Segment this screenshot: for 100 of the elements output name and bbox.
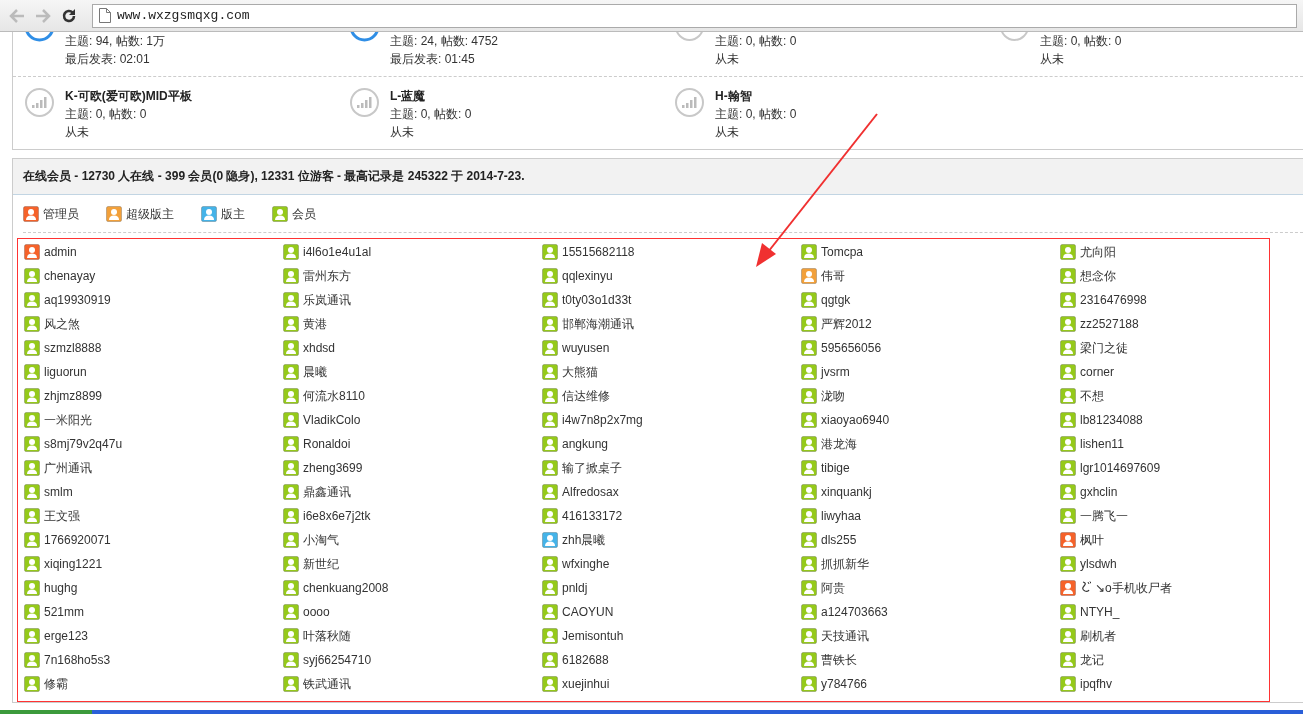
member-link[interactable]: oooo: [303, 604, 330, 620]
member-link[interactable]: 何流水8110: [303, 388, 365, 404]
member-link[interactable]: xinquankj: [821, 484, 872, 500]
member-link[interactable]: 叶落秋随: [303, 628, 351, 644]
member-link[interactable]: gxhclin: [1080, 484, 1118, 500]
member-link[interactable]: zhjmz8899: [44, 388, 103, 404]
member-link[interactable]: corner: [1080, 364, 1114, 380]
member-link[interactable]: 港龙海: [821, 436, 857, 452]
page-icon: [99, 8, 111, 23]
member-link[interactable]: 6182688: [562, 652, 609, 668]
member-link[interactable]: 天技通讯: [821, 628, 869, 644]
forum-title[interactable]: K-可欧(爱可欧)MID平板: [65, 87, 192, 105]
member-link[interactable]: 伟哥: [821, 268, 845, 284]
member-link[interactable]: 595656056: [821, 340, 882, 356]
member-link[interactable]: ipqfhv: [1080, 676, 1113, 692]
member-link[interactable]: 2316476998: [1080, 292, 1147, 308]
member-link[interactable]: a124703663: [821, 604, 888, 620]
member-link[interactable]: pnldj: [562, 580, 588, 596]
member-link[interactable]: lishen11: [1080, 436, 1124, 452]
member-link[interactable]: 曹铁长: [821, 652, 857, 668]
member-link[interactable]: 雷州东方: [303, 268, 351, 284]
member-link[interactable]: ylsdwh: [1080, 556, 1117, 572]
member-link[interactable]: i4w7n8p2x7mg: [562, 412, 643, 428]
member-link[interactable]: aq19930919: [44, 292, 111, 308]
member-link[interactable]: 7n168ho5s3: [44, 652, 111, 668]
member-link[interactable]: 鼎鑫通讯: [303, 484, 351, 500]
member-link[interactable]: 416133172: [562, 508, 623, 524]
member-link[interactable]: qgtgk: [821, 292, 851, 308]
member-link[interactable]: hughg: [44, 580, 78, 596]
member-link[interactable]: 邯郸海潮通讯: [562, 316, 634, 332]
member-link[interactable]: xiaoyao6940: [821, 412, 890, 428]
member-link[interactable]: erge123: [44, 628, 89, 644]
member-link[interactable]: wuyusen: [562, 340, 610, 356]
member-link[interactable]: 黄港: [303, 316, 327, 332]
member-link[interactable]: angkung: [562, 436, 609, 452]
member-link[interactable]: 一米阳光: [44, 412, 92, 428]
member-link[interactable]: liguorun: [44, 364, 87, 380]
member-link[interactable]: xhdsd: [303, 340, 336, 356]
member-link[interactable]: 大熊猫: [562, 364, 598, 380]
member-link[interactable]: 尤向阳: [1080, 244, 1116, 260]
member-link[interactable]: 15515682118: [562, 244, 635, 260]
member-link[interactable]: lgr1014697609: [1080, 460, 1161, 476]
member-link[interactable]: CAOYUN: [562, 604, 614, 620]
member-link[interactable]: 修霸: [44, 676, 68, 692]
member-link[interactable]: 广州通讯: [44, 460, 92, 476]
member-link[interactable]: VladikColo: [303, 412, 361, 428]
member-link[interactable]: 风之煞: [44, 316, 80, 332]
member-link[interactable]: i4l6o1e4u1al: [303, 244, 372, 260]
member-link[interactable]: qqlexinyu: [562, 268, 613, 284]
member-link[interactable]: zz2527188: [1080, 316, 1139, 332]
member-link[interactable]: 一腾飞一: [1080, 508, 1128, 524]
member-link[interactable]: chenayay: [44, 268, 96, 284]
member-link[interactable]: 521mm: [44, 604, 84, 620]
member-link[interactable]: zheng3699: [303, 460, 363, 476]
member-link[interactable]: szmzl8888: [44, 340, 102, 356]
member-link[interactable]: 阿贵: [821, 580, 845, 596]
member-link[interactable]: s8mj79v2q47u: [44, 436, 123, 452]
member-link[interactable]: xuejinhui: [562, 676, 610, 692]
member-link[interactable]: liwyhaa: [821, 508, 862, 524]
member-link[interactable]: admin: [44, 244, 77, 260]
member-link[interactable]: t0ty03o1d33t: [562, 292, 632, 308]
member-link[interactable]: syj66254710: [303, 652, 372, 668]
member-link[interactable]: 输了掀桌子: [562, 460, 622, 476]
member-link[interactable]: 晨曦: [303, 364, 327, 380]
member-link[interactable]: wfxinghe: [562, 556, 610, 572]
member-link[interactable]: tibige: [821, 460, 850, 476]
member-link[interactable]: Tomcpa: [821, 244, 864, 260]
member-link[interactable]: 乐岚通讯: [303, 292, 351, 308]
member-link[interactable]: xiqing1221: [44, 556, 103, 572]
member-link[interactable]: 想念你: [1080, 268, 1116, 284]
member-link[interactable]: 铁武通讯: [303, 676, 351, 692]
member-link[interactable]: Ronaldoi: [303, 436, 351, 452]
member-link[interactable]: 1766920071: [44, 532, 111, 548]
member-link[interactable]: 龙记: [1080, 652, 1104, 668]
member-link[interactable]: 泷吻: [821, 388, 845, 404]
member-link[interactable]: 枫叶: [1080, 532, 1104, 548]
member-link[interactable]: 新世纪: [303, 556, 339, 572]
member-link[interactable]: Jemisontuh: [562, 628, 624, 644]
member-link[interactable]: 抓抓新华: [821, 556, 869, 572]
member-link[interactable]: 王文强: [44, 508, 80, 524]
member-link[interactable]: smlm: [44, 484, 73, 500]
forum-title[interactable]: L-蓝魔: [390, 87, 472, 105]
member-link[interactable]: zhh晨曦: [562, 532, 606, 548]
member-link[interactable]: 梁门之徒: [1080, 340, 1128, 356]
member-link[interactable]: i6e8x6e7j2tk: [303, 508, 371, 524]
member-link[interactable]: 刷机者: [1080, 628, 1116, 644]
member-link[interactable]: y784766: [821, 676, 868, 692]
member-link[interactable]: lb81234088: [1080, 412, 1143, 428]
member-link[interactable]: chenkuang2008: [303, 580, 389, 596]
member-link[interactable]: ↘o手机收尸者: [1095, 580, 1172, 596]
member-link[interactable]: NTYH_: [1080, 604, 1120, 620]
member-link[interactable]: dls255: [821, 532, 857, 548]
forum-title[interactable]: H-翰智: [715, 87, 797, 105]
member-link[interactable]: 严辉2012: [821, 316, 872, 332]
member-link[interactable]: Alfredosax: [562, 484, 619, 500]
member-link[interactable]: 不想: [1080, 388, 1104, 404]
member-link[interactable]: jvsrm: [821, 364, 850, 380]
member-link[interactable]: 小淘气: [303, 532, 339, 548]
member-link[interactable]: 信达维修: [562, 388, 610, 404]
address-bar[interactable]: www.wxzgsmqxg.com: [92, 3, 1297, 28]
